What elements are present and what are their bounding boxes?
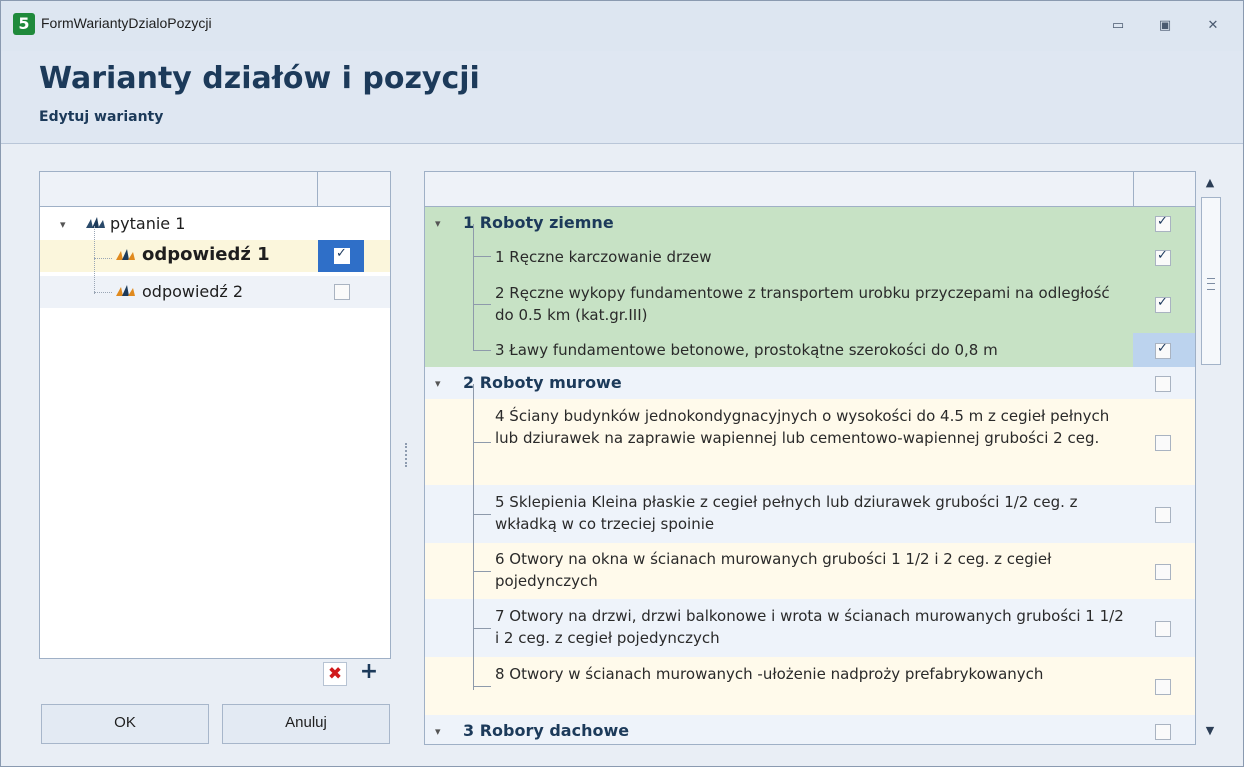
position-checkbox[interactable] xyxy=(1155,435,1171,451)
title-bar: 5 FormWariantyDzialoPozycji ▭ ▣ ✕ xyxy=(1,1,1243,51)
grip-icon xyxy=(1207,278,1215,290)
variant-tree[interactable]: ▾ pytanie 1 odpowiedź 1 odpowiedź 2 xyxy=(39,171,391,659)
position-label: 4 Ściany budynków jednokondygnacyjnych o… xyxy=(495,407,1110,447)
tree-item-label: odpowiedź 1 xyxy=(142,244,270,265)
dialog-window: 5 FormWariantyDzialoPozycji ▭ ▣ ✕ Warian… xyxy=(0,0,1244,767)
position-checkbox[interactable] xyxy=(1155,295,1171,313)
expand-chevron-icon[interactable]: ▾ xyxy=(435,725,441,738)
page-title: Warianty działów i pozycji xyxy=(39,61,480,96)
position-label: 7 Otwory na drzwi, drzwi balkonowe i wro… xyxy=(495,607,1124,647)
position-checkbox[interactable] xyxy=(1155,621,1171,637)
position-row[interactable]: 2 Ręczne wykopy fundamentowe z transport… xyxy=(425,275,1195,333)
app-icon: 5 xyxy=(13,13,35,35)
tree-item-odpowiedz-1[interactable]: odpowiedź 1 xyxy=(40,240,390,272)
group-checkbox[interactable] xyxy=(1155,376,1171,392)
position-row[interactable]: 3 Ławy fundamentowe betonowe, prostokątn… xyxy=(425,333,1195,367)
group-label: 3 Robory dachowe xyxy=(463,721,630,740)
group-label: 1 Roboty ziemne xyxy=(463,213,614,232)
positions-tree[interactable]: ▾ 1 Roboty ziemne 1 Ręczne karczowanie d… xyxy=(424,171,1196,745)
item-checkbox[interactable] xyxy=(334,246,350,264)
scroll-thumb[interactable] xyxy=(1201,197,1221,365)
tree-column-header xyxy=(40,172,390,207)
panel-splitter[interactable] xyxy=(405,443,409,467)
group-row[interactable]: ▾ 3 Robory dachowe xyxy=(425,715,1195,744)
group-checkbox[interactable] xyxy=(1155,214,1171,232)
cancel-button[interactable]: Anuluj xyxy=(222,704,390,744)
position-label: 3 Ławy fundamentowe betonowe, prostokątn… xyxy=(495,341,998,359)
expand-chevron-icon[interactable]: ▾ xyxy=(60,218,66,231)
page-header: Warianty działów i pozycji Edytuj warian… xyxy=(1,51,1243,144)
positions-column-header xyxy=(425,172,1195,207)
group-row[interactable]: ▾ 2 Roboty murowe xyxy=(425,367,1195,399)
node-icon xyxy=(116,249,135,260)
position-checkbox[interactable] xyxy=(1155,248,1171,266)
group-label: 2 Roboty murowe xyxy=(463,373,622,392)
page-subtitle: Edytuj warianty xyxy=(39,109,164,125)
tree-root-question[interactable]: ▾ pytanie 1 xyxy=(40,208,390,240)
position-checkbox[interactable] xyxy=(1155,679,1171,695)
item-checkbox[interactable] xyxy=(334,284,350,300)
tree-item-check-cell xyxy=(318,240,364,272)
delete-x-icon[interactable]: ✖ xyxy=(323,662,347,686)
position-label: 5 Sklepienia Kleina płaskie z cegieł peł… xyxy=(495,493,1078,533)
position-row[interactable]: 4 Ściany budynków jednokondygnacyjnych o… xyxy=(425,399,1195,485)
expand-chevron-icon[interactable]: ▾ xyxy=(435,377,441,390)
position-checkbox[interactable] xyxy=(1155,507,1171,523)
minimize-button[interactable]: ▭ xyxy=(1107,17,1129,35)
position-label: 8 Otwory w ścianach murowanych -ułożenie… xyxy=(495,665,1044,683)
vertical-scrollbar[interactable]: ▲ ▼ xyxy=(1199,171,1221,743)
tree-item-odpowiedz-2[interactable]: odpowiedź 2 xyxy=(40,276,390,308)
group-row[interactable]: ▾ 1 Roboty ziemne xyxy=(425,207,1195,239)
position-label: 1 Ręczne karczowanie drzew xyxy=(495,248,712,266)
position-row[interactable]: 7 Otwory na drzwi, drzwi balkonowe i wro… xyxy=(425,599,1195,657)
position-row[interactable]: 6 Otwory na okna w ścianach murowanych g… xyxy=(425,543,1195,599)
position-label: 6 Otwory na okna w ścianach murowanych g… xyxy=(495,550,1052,590)
ok-button[interactable]: OK xyxy=(41,704,209,744)
position-row[interactable]: 1 Ręczne karczowanie drzew xyxy=(425,239,1195,275)
scroll-up-arrow-icon[interactable]: ▲ xyxy=(1199,173,1221,193)
expand-chevron-icon[interactable]: ▾ xyxy=(435,217,441,230)
position-label: 2 Ręczne wykopy fundamentowe z transport… xyxy=(495,284,1110,324)
position-checkbox[interactable] xyxy=(1155,341,1171,359)
position-row[interactable]: 5 Sklepienia Kleina płaskie z cegieł peł… xyxy=(425,485,1195,543)
node-icon xyxy=(116,285,135,296)
group-checkbox[interactable] xyxy=(1155,724,1171,740)
tree-root-label: pytanie 1 xyxy=(110,214,186,233)
position-checkbox[interactable] xyxy=(1155,564,1171,580)
window-title: FormWariantyDzialoPozycji xyxy=(41,15,212,31)
maximize-button[interactable]: ▣ xyxy=(1154,17,1176,35)
close-button[interactable]: ✕ xyxy=(1202,17,1224,35)
plus-icon[interactable]: + xyxy=(358,661,380,684)
position-row[interactable]: 8 Otwory w ścianach murowanych -ułożenie… xyxy=(425,657,1195,715)
tree-item-label: odpowiedź 2 xyxy=(142,282,244,301)
scroll-down-arrow-icon[interactable]: ▼ xyxy=(1199,721,1221,741)
